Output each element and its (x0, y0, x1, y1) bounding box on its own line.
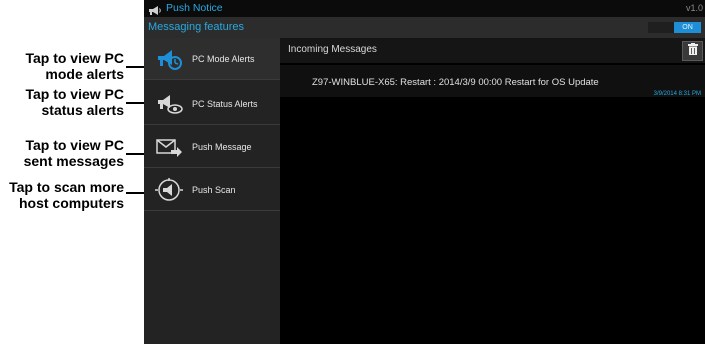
megaphone-icon (148, 3, 162, 15)
messaging-features-bar: Messaging features ON (144, 17, 705, 38)
app-version: v1.0 (685, 3, 703, 13)
message-row[interactable]: Z97-WINBLUE-X65: Restart : 2014/3/9 00:0… (280, 65, 705, 97)
sidebar-item-label: PC Mode Alerts (192, 53, 255, 64)
app-title: Push Notice (166, 2, 223, 14)
callout-line: status alerts (41, 102, 124, 118)
toggle-off-segment (648, 22, 674, 33)
sidebar-item-push-scan[interactable]: Push Scan (144, 169, 280, 211)
push-message-icon (154, 134, 184, 160)
callout-line: Tap to view PC (25, 86, 124, 102)
message-text: Z97-WINBLUE-X65: Restart : 2014/3/9 00:0… (312, 77, 599, 88)
incoming-messages-panel: Incoming Messages Z97-WINBLUE-X65: Resta… (280, 38, 705, 344)
push-notice-app: Push Notice v1.0 Messaging features ON P… (144, 0, 705, 344)
sidebar-item-label: Push Scan (192, 184, 236, 195)
trash-icon (687, 42, 698, 60)
toggle-on-segment: ON (674, 22, 701, 33)
sidebar-item-pc-status-alerts[interactable]: PC Status Alerts (144, 83, 280, 125)
title-bar: Push Notice v1.0 (144, 0, 705, 17)
sidebar-item-label: Push Message (192, 141, 252, 152)
callout-push-scan: Tap to scan more host computers (9, 179, 124, 211)
callout-line: mode alerts (45, 66, 124, 82)
incoming-messages-header: Incoming Messages (280, 38, 705, 63)
sidebar-item-label: PC Status Alerts (192, 98, 258, 109)
callout-line: Tap to view PC (25, 50, 124, 66)
sidebar-item-pc-mode-alerts[interactable]: PC Mode Alerts (144, 38, 280, 80)
messaging-features-label: Messaging features (148, 21, 244, 33)
pc-status-alerts-icon (154, 91, 184, 117)
pc-mode-alerts-icon (154, 46, 184, 72)
incoming-messages-title: Incoming Messages (288, 44, 377, 55)
sidebar-item-push-message[interactable]: Push Message (144, 126, 280, 168)
push-scan-icon (154, 177, 184, 203)
delete-button[interactable] (682, 41, 703, 61)
message-timestamp: 3/9/2014 8:31 PM (653, 91, 701, 97)
callout-line: Tap to view PC (25, 137, 124, 153)
callout-line: host computers (18, 195, 124, 211)
callout-push-message: Tap to view PC sent messages (24, 137, 124, 169)
callout-line: Tap to scan more (9, 179, 124, 195)
callout-pc-status-alerts: Tap to view PC status alerts (25, 86, 124, 118)
callout-pc-mode-alerts: Tap to view PC mode alerts (25, 50, 124, 82)
sidebar: PC Mode Alerts PC Status Alerts Push Mes… (144, 38, 280, 344)
callout-line: sent messages (23, 153, 124, 169)
messaging-toggle[interactable]: ON (648, 22, 701, 33)
